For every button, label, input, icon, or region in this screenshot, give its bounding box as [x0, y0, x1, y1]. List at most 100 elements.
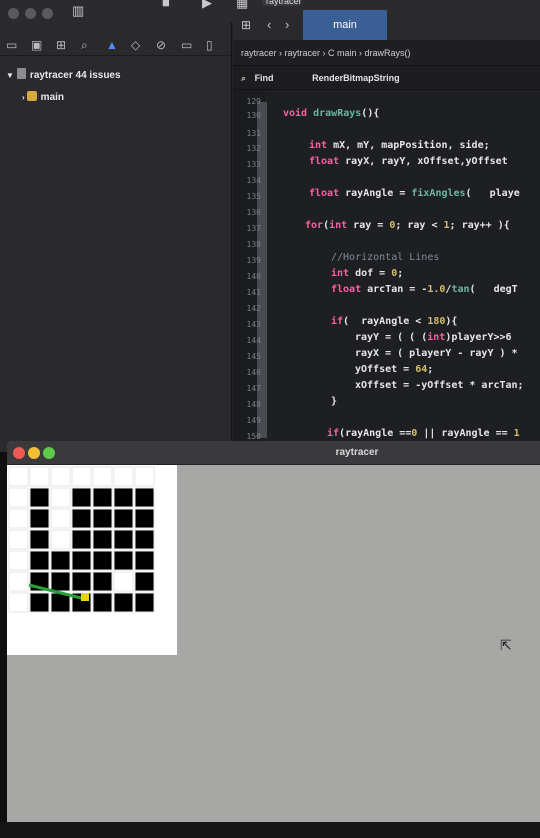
map-wall-cell [29, 592, 50, 613]
map-wall-cell [113, 487, 134, 508]
test-icon[interactable]: ◇ [131, 39, 140, 52]
navigator-file-row[interactable]: › main [22, 90, 142, 106]
map-wall-cell [71, 487, 92, 508]
map-wall-cell [113, 529, 134, 550]
line-number: 130 [246, 111, 261, 120]
symbol-icon[interactable]: ⊞ [56, 39, 66, 52]
code-line: int dof = 0; [331, 268, 404, 279]
run-icon[interactable]: ▶ [202, 0, 212, 9]
file-label: main [40, 92, 65, 103]
line-number: 133 [246, 160, 261, 169]
map-wall-cell [134, 592, 155, 613]
line-number: 149 [246, 416, 261, 425]
breakpoint-icon[interactable]: ▭ [181, 39, 192, 52]
map-wall-cell [113, 592, 134, 613]
search-icon[interactable]: ⌕ [81, 39, 88, 52]
code-line: rayX = ( playerY - rayY ) * [355, 348, 518, 359]
map-floor-cell [50, 508, 71, 529]
close-window-button[interactable] [8, 8, 19, 19]
code-line: xOffset = -yOffset * arcTan; [355, 380, 524, 391]
code-line: float arcTan = -1.0/tan( degT [331, 284, 518, 295]
map-floor-cell [8, 592, 29, 613]
code-editor[interactable]: 129 130 131 132 133 134 135 136 137 138 … [233, 90, 540, 452]
report-icon[interactable]: ▯ [206, 39, 213, 52]
map-floor-cell [8, 508, 29, 529]
stop-icon[interactable]: ■ [162, 0, 170, 9]
code-line: yOffset = 64; [355, 364, 434, 375]
map-grid [8, 466, 155, 613]
code-line: if(rayAngle ==0 || rayAngle == 1 [327, 428, 520, 439]
forward-arrow-icon[interactable]: › [285, 18, 289, 31]
scheme-icon: ▦ [236, 0, 249, 10]
desk-edge [0, 822, 540, 838]
tab-main[interactable]: main [303, 10, 387, 40]
map-floor-cell [113, 571, 134, 592]
map-floor-cell [134, 466, 155, 487]
zoom-window-button[interactable] [42, 8, 53, 19]
raytracer-window: raytracer ⇱ [7, 441, 540, 829]
minimize-window-button[interactable] [25, 8, 36, 19]
find-mode-label[interactable]: Find [255, 73, 274, 83]
code-line: float rayX, rayY, xOffset,yOffset [309, 156, 508, 167]
map-wall-cell [92, 508, 113, 529]
project-icon [16, 68, 26, 79]
map-wall-cell [134, 571, 155, 592]
issue-warning-icon[interactable]: ▲ [106, 39, 118, 52]
code-line: float rayAngle = fixAngles( playe [309, 188, 520, 199]
source-control-icon[interactable]: ▣ [31, 39, 42, 52]
line-number: 143 [246, 320, 261, 329]
find-query-field[interactable]: RenderBitmapString [312, 73, 400, 83]
folder-icon[interactable]: ▭ [6, 39, 17, 52]
map-wall-cell [29, 508, 50, 529]
editor-tab-bar: ⊞ ‹ › main [233, 10, 540, 40]
code-line: } [331, 396, 338, 407]
line-number: 139 [246, 256, 261, 265]
mouse-pointer-icon: ⇱ [500, 637, 512, 653]
grid-icon[interactable]: ⊞ [241, 19, 251, 32]
map-wall-cell [29, 529, 50, 550]
line-number: 147 [246, 384, 261, 393]
map-floor-cell [8, 529, 29, 550]
navigator-project-row[interactable]: ▼ raytracer 44 issues [6, 68, 226, 84]
map-wall-cell [134, 550, 155, 571]
window-title: raytracer [335, 447, 379, 458]
map-floor-cell [71, 466, 92, 487]
map-wall-cell [113, 508, 134, 529]
line-number: 138 [246, 240, 261, 249]
chevron-down-icon[interactable]: ▼ [6, 71, 14, 80]
line-number: 144 [246, 336, 261, 345]
sidebar-toggle-icon[interactable]: ▥ [72, 4, 84, 17]
code-line: for(int ray = 0; ray < 1; ray++ ){ [305, 220, 510, 231]
line-number: 148 [246, 400, 261, 409]
jump-bar[interactable]: raytracer › raytracer › C main › drawRay… [233, 40, 540, 66]
player-marker [81, 593, 89, 601]
xcode-window: ▥ ■ ▶ ▦ raytracer ▭ ▣ ⊞ ⌕ ▲ ◇ ⊘ ▭ ▯ ▼ ray… [0, 0, 540, 452]
project-navigator: ▭ ▣ ⊞ ⌕ ▲ ◇ ⊘ ▭ ▯ ▼ raytracer 44 issues ›… [0, 22, 232, 452]
line-number: 146 [246, 368, 261, 377]
map-wall-cell [50, 571, 71, 592]
c-file-icon [26, 91, 37, 101]
chevron-right-icon[interactable]: › [22, 93, 25, 102]
back-arrow-icon[interactable]: ‹ [267, 18, 271, 31]
map-wall-cell [71, 508, 92, 529]
map-wall-cell [92, 550, 113, 571]
magnifier-icon[interactable]: ⌕ [241, 73, 246, 83]
code-line: //Horizontal Lines [331, 252, 440, 263]
navigator-selector-bar: ▭ ▣ ⊞ ⌕ ▲ ◇ ⊘ ▭ ▯ [0, 36, 232, 56]
line-number: 145 [246, 352, 261, 361]
scheme-selector[interactable]: raytracer [262, 0, 302, 6]
map-floor-cell [8, 550, 29, 571]
map-wall-cell [134, 508, 155, 529]
line-number: 142 [246, 304, 261, 313]
map-floor-cell [8, 466, 29, 487]
code-line: rayY = ( ( (int)playerY>>6 [355, 332, 512, 343]
map-wall-cell [71, 529, 92, 550]
map-wall-cell [134, 529, 155, 550]
map-wall-cell [92, 487, 113, 508]
map-floor-cell [50, 529, 71, 550]
line-number: 129 [246, 97, 261, 106]
map-wall-cell [92, 592, 113, 613]
line-number: 137 [246, 224, 261, 233]
debug-icon[interactable]: ⊘ [156, 39, 166, 52]
map-floor-cell [29, 466, 50, 487]
